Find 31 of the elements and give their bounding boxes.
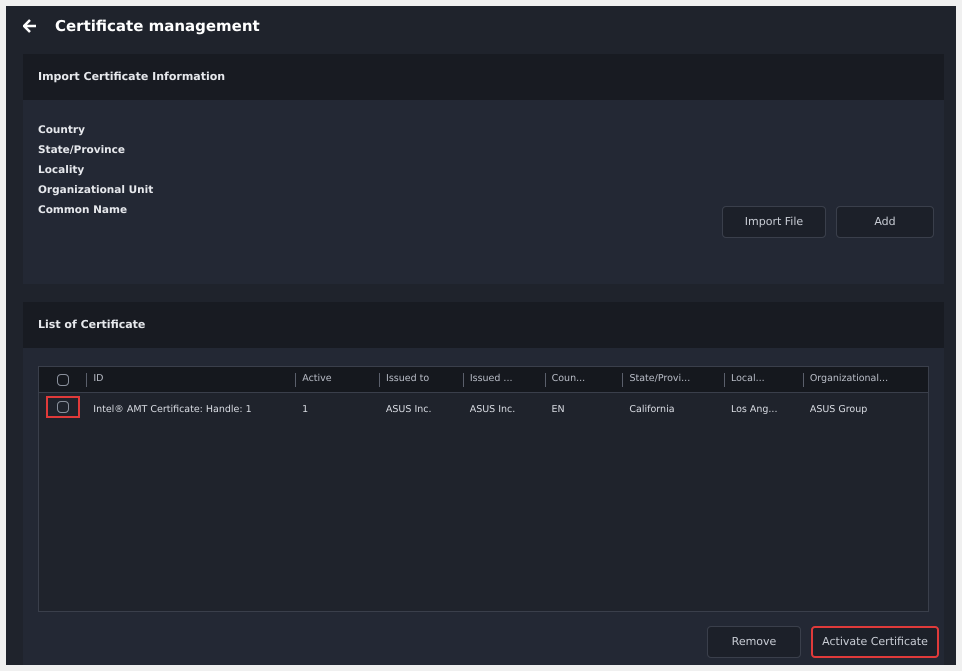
section-title: List of Certificate [38, 316, 146, 333]
field-label: State/Province [38, 143, 126, 158]
column-header[interactable]: Local... [730, 372, 765, 387]
table-cell: EN [552, 404, 565, 415]
table-cell: Intel® AMT Certificate: Handle: 1 [93, 404, 252, 415]
checkbox[interactable] [56, 401, 69, 413]
table-cell: ASUS Inc. [470, 404, 516, 415]
action-button[interactable]: Remove [707, 626, 801, 658]
action-button[interactable]: Activate Certificate [811, 626, 939, 658]
table-cell: Los Ang... [730, 404, 778, 415]
field-label: Country [38, 123, 86, 138]
column-header[interactable]: Issued ... [470, 372, 512, 387]
action-button[interactable]: Import File [722, 206, 826, 238]
checkbox[interactable] [56, 374, 69, 386]
table-cell: ASUS Group [810, 404, 868, 415]
field-label: Locality [38, 163, 86, 178]
table-cell: ASUS Inc. [386, 404, 432, 415]
table-cell: 1 [302, 404, 308, 415]
field-label: Organizational Unit [38, 183, 154, 198]
column-header[interactable]: ID [93, 372, 104, 387]
section-title: Import Certificate Information [38, 68, 226, 85]
column-header[interactable]: Active [302, 372, 332, 387]
page-title: Certificate management [55, 16, 260, 37]
column-header[interactable]: Organizational... [810, 372, 888, 387]
table-cell: California [629, 404, 675, 415]
field-label: Common Name [38, 203, 128, 218]
column-header[interactable]: Coun... [552, 372, 586, 387]
action-button[interactable]: Add [836, 206, 934, 238]
column-header[interactable]: Issued to [386, 372, 430, 387]
back-arrow-icon[interactable] [23, 19, 37, 33]
column-header[interactable]: State/Provi... [629, 372, 690, 387]
